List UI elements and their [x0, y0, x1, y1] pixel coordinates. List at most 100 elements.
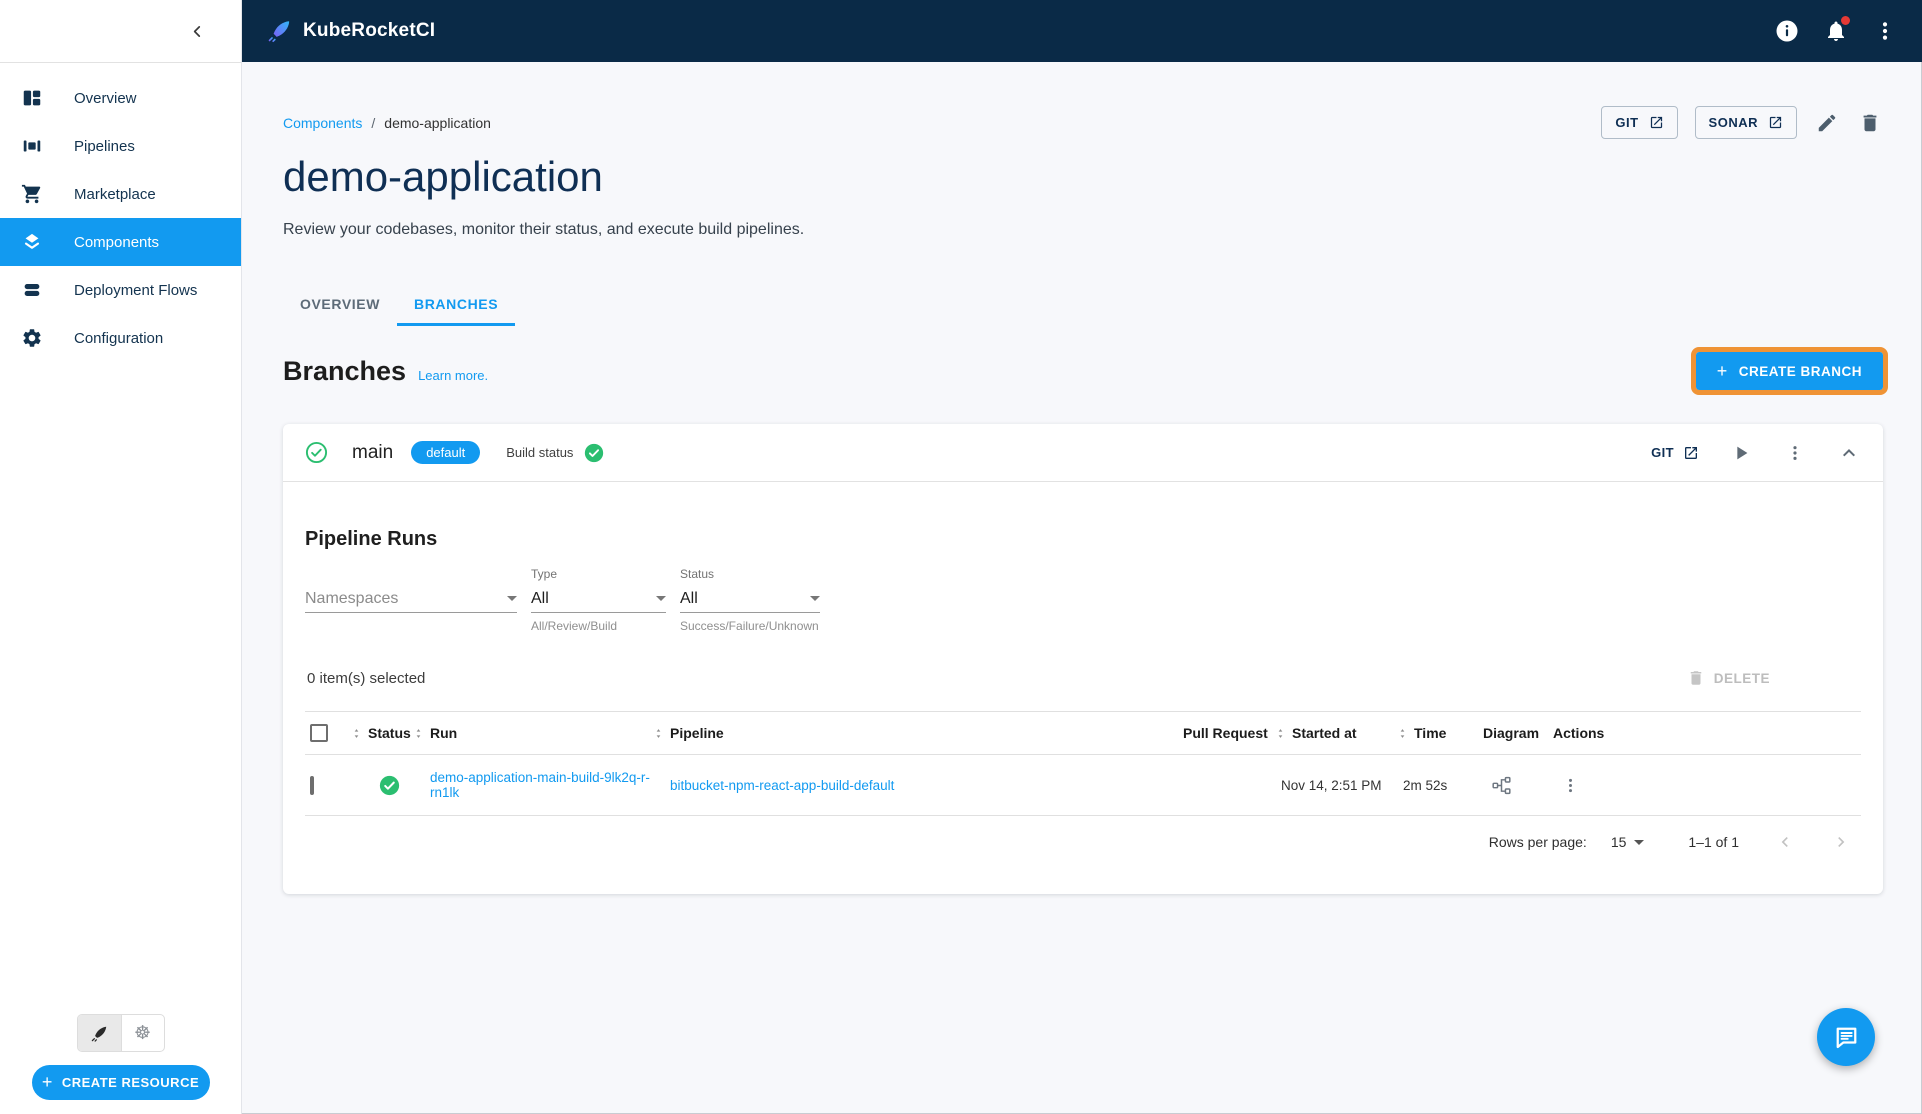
chevron-up-icon [1837, 441, 1861, 465]
branch-kebab-menu-button[interactable] [1783, 441, 1807, 465]
pencil-icon [1816, 112, 1838, 134]
edit-component-button[interactable] [1814, 110, 1840, 136]
branch-card-header[interactable]: main default Build status GIT [283, 424, 1883, 481]
learn-more-link[interactable]: Learn more. [418, 368, 488, 383]
column-header-status[interactable]: Status [351, 725, 413, 742]
create-resource-button[interactable]: + CREATE RESOURCE [31, 1065, 210, 1100]
column-header-time[interactable]: Time [1397, 725, 1483, 742]
select-all-checkbox[interactable] [310, 724, 328, 743]
namespaces-placeholder: Namespaces [305, 589, 399, 607]
column-header-run[interactable]: Run [413, 725, 653, 742]
sidebar-collapse-button[interactable] [183, 17, 211, 45]
status-select-value: All [680, 589, 698, 607]
sidebar-item-pipelines[interactable]: Pipelines [0, 122, 241, 170]
breadcrumb-components-link[interactable]: Components [283, 115, 362, 131]
info-icon [1775, 19, 1799, 43]
sidebar-nav: Overview Pipelines Marketplace Component… [0, 63, 241, 362]
trash-icon [1859, 112, 1881, 134]
rows-per-page-select[interactable]: 15 [1611, 834, 1645, 850]
sort-icon [1397, 725, 1408, 742]
status-select[interactable]: All [680, 585, 820, 614]
selection-count-text: 0 item(s) selected [307, 669, 426, 687]
chevron-down-icon [810, 596, 820, 602]
tab-branches[interactable]: BRANCHES [397, 284, 516, 327]
next-page-button[interactable] [1831, 832, 1851, 852]
kubernetes-icon: ☸ [133, 1022, 152, 1044]
type-select-value: All [531, 589, 549, 607]
table-pagination: Rows per page: 15 1–1 of 1 [305, 816, 1861, 868]
build-status-success-icon [584, 443, 604, 463]
branch-status-success-icon [305, 441, 328, 464]
kuberocketci-logo-icon [266, 18, 292, 44]
git-button[interactable]: GIT [1601, 106, 1678, 139]
previous-page-button[interactable] [1775, 832, 1795, 852]
default-branch-chip: default [411, 441, 481, 465]
branch-git-link[interactable]: GIT [1651, 445, 1699, 461]
pipeline-link[interactable]: bitbucket-npm-react-app-build-default [670, 778, 894, 793]
column-header-diagram: Diagram [1483, 725, 1540, 742]
page-actions: GIT SONAR [1601, 106, 1883, 139]
breadcrumb-current: demo-application [384, 114, 491, 131]
row-kebab-menu-button[interactable] [1553, 776, 1861, 795]
sort-icon [1275, 725, 1286, 742]
delete-selected-button[interactable]: DELETE [1687, 669, 1770, 687]
sort-icon [351, 725, 362, 742]
sonar-button[interactable]: SONAR [1694, 106, 1797, 139]
table-header-row: Status Run Pipeline Pull Request Started… [305, 711, 1861, 756]
chevron-left-icon [189, 23, 206, 40]
kubernetes-app-button[interactable]: ☸ [120, 1015, 164, 1051]
sidebar-item-label: Components [74, 233, 160, 251]
sort-icon [653, 725, 664, 742]
create-branch-label: CREATE BRANCH [1738, 363, 1862, 379]
column-header-actions: Actions [1553, 725, 1605, 742]
sidebar-item-label: Deployment Flows [74, 281, 198, 299]
sidebar-item-marketplace[interactable]: Marketplace [0, 170, 241, 218]
pipeline-runs-table: Status Run Pipeline Pull Request Started… [305, 711, 1861, 868]
plus-icon: + [41, 1072, 53, 1092]
chat-fab-button[interactable] [1817, 1008, 1875, 1066]
branches-heading-text: Branches [283, 355, 407, 386]
rocket-app-button[interactable] [77, 1015, 121, 1051]
git-button-label: GIT [1615, 115, 1639, 130]
column-header-started-at[interactable]: Started at [1275, 725, 1397, 742]
stacks-icon [20, 278, 44, 302]
type-filter: Type All All/Review/Build [531, 567, 666, 639]
namespaces-filter: Namespaces [305, 567, 517, 639]
gear-icon [20, 326, 44, 350]
brand[interactable]: KubeRocketCI [266, 18, 435, 44]
tab-overview[interactable]: OVERVIEW [283, 284, 397, 326]
notifications-button[interactable] [1823, 16, 1850, 44]
branch-name: main [352, 441, 394, 463]
branch-card-actions: GIT [1651, 441, 1861, 465]
create-branch-button[interactable]: + CREATE BRANCH [1690, 347, 1889, 396]
sidebar-item-components[interactable]: Components [0, 218, 241, 266]
status-filter-label: Status [680, 567, 715, 582]
layers-icon [20, 230, 44, 254]
trigger-build-button[interactable] [1729, 441, 1753, 465]
column-header-pipeline[interactable]: Pipeline [653, 725, 1183, 742]
sidebar-footer: ☸ + CREATE RESOURCE [0, 1014, 241, 1114]
run-link[interactable]: demo-application-main-build-9lk2q-r-rn1l… [430, 770, 650, 800]
type-select[interactable]: All [531, 585, 666, 614]
sidebar-item-configuration[interactable]: Configuration [0, 314, 241, 362]
branches-heading: Branches Learn more. [283, 356, 488, 387]
sidebar-item-deployment-flows[interactable]: Deployment Flows [0, 266, 241, 314]
row-checkbox[interactable] [310, 775, 314, 795]
page-subtitle: Review your codebases, monitor their sta… [283, 221, 805, 239]
main-content: Components / demo-application GIT SONAR [242, 62, 1922, 1114]
collapse-branch-button[interactable] [1837, 441, 1861, 465]
breadcrumb: Components / demo-application [283, 115, 491, 131]
notification-badge [1841, 16, 1850, 25]
delete-component-button[interactable] [1857, 110, 1883, 136]
kebab-menu-icon [1561, 776, 1861, 795]
kebab-menu-button[interactable] [1872, 18, 1898, 44]
sidebar-item-overview[interactable]: Overview [0, 74, 241, 122]
page-title: demo-application [283, 153, 603, 200]
namespaces-select[interactable]: Namespaces [305, 585, 517, 614]
type-filter-label: Type [531, 567, 558, 582]
info-button[interactable] [1774, 18, 1800, 44]
diagram-button[interactable] [1483, 775, 1553, 796]
status-filter: Status All Success/Failure/Unknown [680, 567, 820, 639]
external-link-icon [1683, 445, 1699, 461]
create-resource-label: CREATE RESOURCE [61, 1075, 200, 1090]
